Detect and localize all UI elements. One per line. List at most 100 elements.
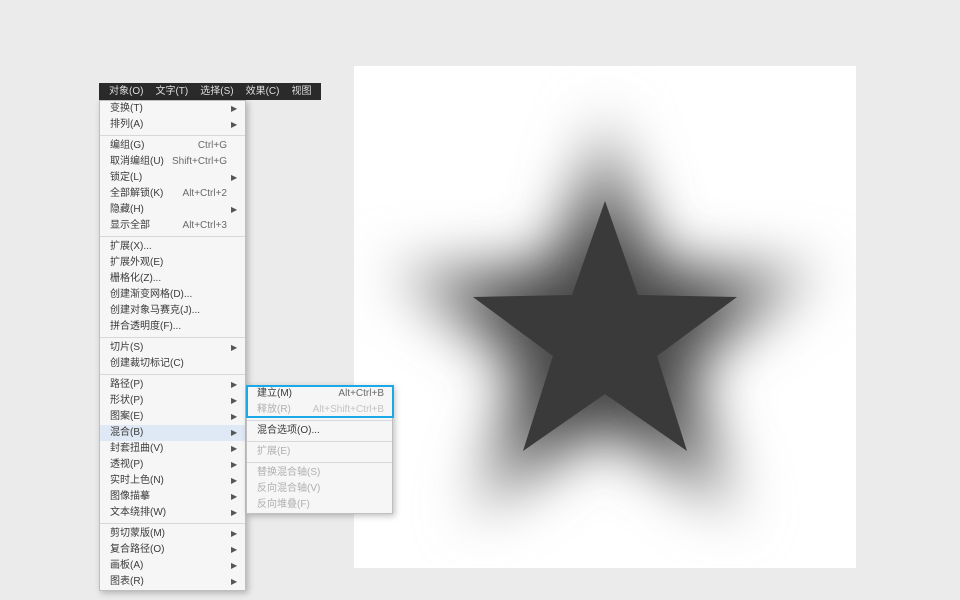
menu-item-label: 栅格化(Z)... xyxy=(110,271,227,287)
menu-item[interactable]: 形状(P)▶ xyxy=(100,393,245,409)
menu-separator xyxy=(100,135,245,136)
menu-item[interactable]: 切片(S)▶ xyxy=(100,340,245,356)
menu-item-label: 拼合透明度(F)... xyxy=(110,319,227,335)
submenu-item-label: 反向堆叠(F) xyxy=(257,497,384,513)
submenu-item: 替换混合轴(S) xyxy=(247,465,392,481)
menu-item[interactable]: 文本绕排(W)▶ xyxy=(100,505,245,521)
menu-select[interactable]: 选择(S) xyxy=(194,83,239,100)
submenu-item-label: 混合选项(O)... xyxy=(257,423,384,439)
menu-object[interactable]: 对象(O) xyxy=(103,83,149,100)
menu-item-label: 切片(S) xyxy=(110,340,227,356)
menu-item-shortcut: Shift+Ctrl+G xyxy=(172,154,227,170)
menu-item-label: 扩展(X)... xyxy=(110,239,227,255)
menu-item-label: 剪切蒙版(M) xyxy=(110,526,227,542)
menu-item-label: 实时上色(N) xyxy=(110,473,227,489)
submenu-item-shortcut: Alt+Shift+Ctrl+B xyxy=(313,402,384,418)
menu-item-label: 排列(A) xyxy=(110,117,227,133)
submenu-arrow-icon: ▶ xyxy=(231,526,237,542)
submenu-arrow-icon: ▶ xyxy=(231,473,237,489)
submenu-arrow-icon: ▶ xyxy=(231,574,237,590)
object-menu-dropdown: 变换(T)▶排列(A)▶编组(G)Ctrl+G取消编组(U)Shift+Ctrl… xyxy=(99,100,246,591)
submenu-arrow-icon: ▶ xyxy=(231,558,237,574)
submenu-item[interactable]: 混合选项(O)... xyxy=(247,423,392,439)
submenu-arrow-icon: ▶ xyxy=(231,505,237,521)
menu-item-label: 变换(T) xyxy=(110,101,227,117)
menu-item[interactable]: 取消编组(U) Shift+Ctrl+G xyxy=(100,154,245,170)
menu-item[interactable]: 创建裁切标记(C) xyxy=(100,356,245,372)
menu-item[interactable]: 创建渐变网格(D)... xyxy=(100,287,245,303)
menu-item[interactable]: 栅格化(Z)... xyxy=(100,271,245,287)
menu-item[interactable]: 图表(R)▶ xyxy=(100,574,245,590)
canvas xyxy=(354,66,856,568)
submenu-item-label: 建立(M) xyxy=(257,386,332,402)
submenu-arrow-icon: ▶ xyxy=(231,393,237,409)
submenu-arrow-icon: ▶ xyxy=(231,489,237,505)
menu-item[interactable]: 实时上色(N)▶ xyxy=(100,473,245,489)
menu-separator xyxy=(247,462,392,463)
menu-separator xyxy=(247,441,392,442)
menu-item-label: 形状(P) xyxy=(110,393,227,409)
menu-item[interactable]: 剪切蒙版(M)▶ xyxy=(100,526,245,542)
menu-separator xyxy=(100,523,245,524)
menu-separator xyxy=(100,374,245,375)
submenu-arrow-icon: ▶ xyxy=(231,170,237,186)
menu-item[interactable]: 混合(B)▶ xyxy=(100,425,245,441)
menu-item-label: 创建渐变网格(D)... xyxy=(110,287,227,303)
submenu-item: 反向混合轴(V) xyxy=(247,481,392,497)
menu-item-label: 混合(B) xyxy=(110,425,227,441)
menu-item[interactable]: 编组(G)Ctrl+G xyxy=(100,138,245,154)
menu-type[interactable]: 文字(T) xyxy=(149,83,194,100)
menu-separator xyxy=(100,337,245,338)
submenu-item-label: 释放(R) xyxy=(257,402,307,418)
submenu-arrow-icon: ▶ xyxy=(231,425,237,441)
menu-item[interactable]: 扩展(X)... xyxy=(100,239,245,255)
menu-item[interactable]: 变换(T)▶ xyxy=(100,101,245,117)
menu-item[interactable]: 画板(A)▶ xyxy=(100,558,245,574)
menu-item[interactable]: 封套扭曲(V)▶ xyxy=(100,441,245,457)
menu-item[interactable]: 图像描摹▶ xyxy=(100,489,245,505)
blend-submenu: 建立(M) Alt+Ctrl+B 释放(R) Alt+Shift+Ctrl+B 混合选项… xyxy=(246,385,393,514)
menu-item-label: 画板(A) xyxy=(110,558,227,574)
star-artwork xyxy=(354,66,856,568)
menu-item[interactable]: 显示全部Alt+Ctrl+3 xyxy=(100,218,245,234)
submenu-item-label: 替换混合轴(S) xyxy=(257,465,384,481)
menubar: 对象(O) 文字(T) 选择(S) 效果(C) 视图 xyxy=(99,83,321,100)
menu-item[interactable]: 路径(P)▶ xyxy=(100,377,245,393)
menu-item-shortcut: Alt+Ctrl+3 xyxy=(183,218,227,234)
menu-item-label: 创建裁切标记(C) xyxy=(110,356,227,372)
menu-item-label: 锁定(L) xyxy=(110,170,227,186)
menu-item-label: 创建对象马赛克(J)... xyxy=(110,303,227,319)
menu-item-label: 取消编组(U) xyxy=(110,154,166,170)
submenu-item[interactable]: 建立(M) Alt+Ctrl+B xyxy=(247,386,392,402)
menu-item-label: 复合路径(O) xyxy=(110,542,227,558)
submenu-item-shortcut: Alt+Ctrl+B xyxy=(338,386,384,402)
menu-item[interactable]: 锁定(L)▶ xyxy=(100,170,245,186)
menu-item[interactable]: 拼合透明度(F)... xyxy=(100,319,245,335)
menu-item[interactable]: 隐藏(H)▶ xyxy=(100,202,245,218)
menu-view[interactable]: 视图 xyxy=(285,83,317,100)
menu-item[interactable]: 排列(A)▶ xyxy=(100,117,245,133)
menu-item-label: 隐藏(H) xyxy=(110,202,227,218)
menu-item-label: 透视(P) xyxy=(110,457,227,473)
submenu-arrow-icon: ▶ xyxy=(231,340,237,356)
submenu-arrow-icon: ▶ xyxy=(231,457,237,473)
submenu-arrow-icon: ▶ xyxy=(231,377,237,393)
submenu-arrow-icon: ▶ xyxy=(231,117,237,133)
menu-item-label: 编组(G) xyxy=(110,138,192,154)
menu-item[interactable]: 图案(E)▶ xyxy=(100,409,245,425)
submenu-item: 释放(R) Alt+Shift+Ctrl+B xyxy=(247,402,392,418)
menu-effect[interactable]: 效果(C) xyxy=(240,83,286,100)
menu-item[interactable]: 复合路径(O)▶ xyxy=(100,542,245,558)
menu-item[interactable]: 创建对象马赛克(J)... xyxy=(100,303,245,319)
menu-item[interactable]: 全部解锁(K)Alt+Ctrl+2 xyxy=(100,186,245,202)
menu-item-label: 路径(P) xyxy=(110,377,227,393)
submenu-item: 扩展(E) xyxy=(247,444,392,460)
menu-separator xyxy=(247,420,392,421)
menu-item[interactable]: 透视(P)▶ xyxy=(100,457,245,473)
menu-item[interactable]: 扩展外观(E) xyxy=(100,255,245,271)
submenu-item-label: 扩展(E) xyxy=(257,444,384,460)
menu-item-label: 图像描摹 xyxy=(110,489,227,505)
submenu-arrow-icon: ▶ xyxy=(231,202,237,218)
menu-item-label: 文本绕排(W) xyxy=(110,505,227,521)
submenu-arrow-icon: ▶ xyxy=(231,441,237,457)
